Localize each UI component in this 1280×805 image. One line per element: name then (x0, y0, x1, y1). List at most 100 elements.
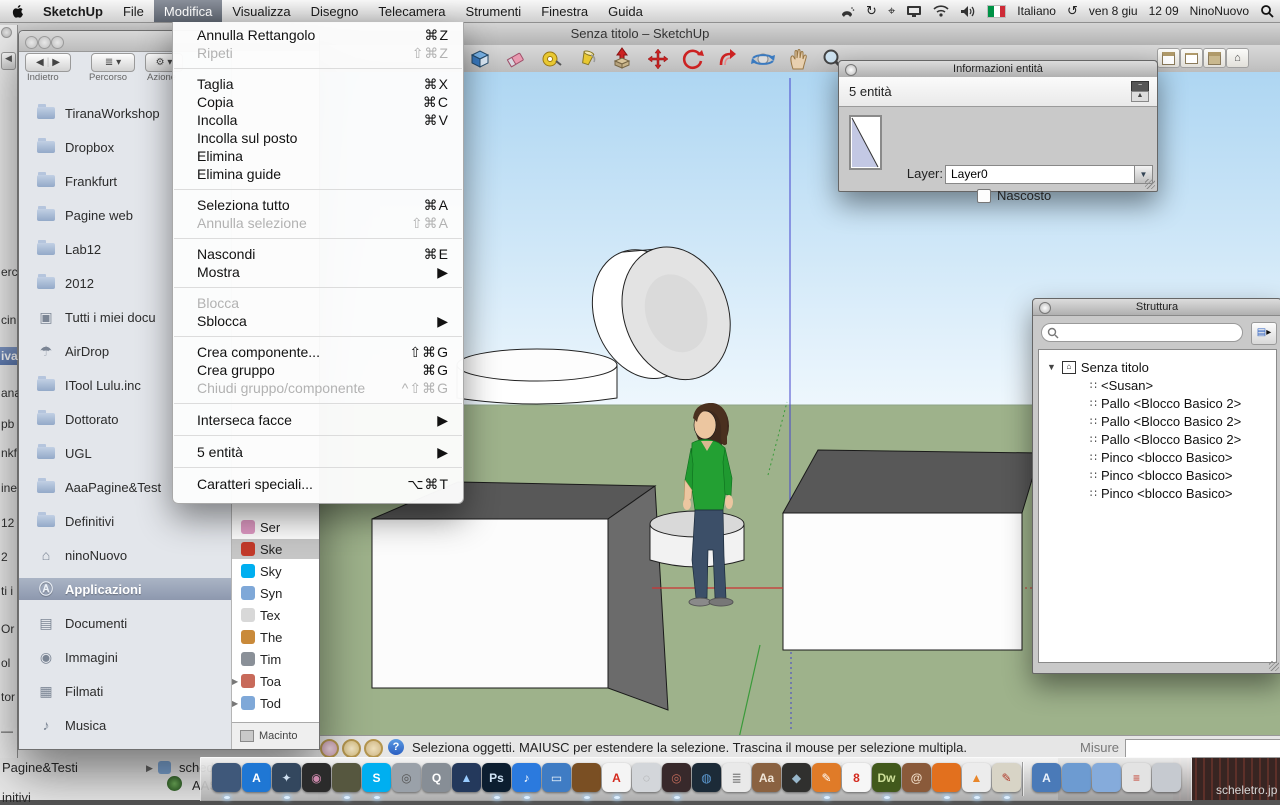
menu-item-interseca-facce[interactable]: Interseca facce▶ (178, 411, 458, 429)
back-forward-buttons[interactable]: ◀|▶ (25, 53, 71, 72)
display-icon[interactable] (906, 5, 922, 18)
menu-item-crea-componente[interactable]: Crea componente...⇧⌘G (178, 343, 458, 361)
expand-icon[interactable]: ▲ (1131, 91, 1149, 102)
file-row[interactable]: Syn (232, 583, 319, 603)
dock-icon-pages[interactable]: ✎ (812, 763, 841, 792)
box-component-left[interactable] (372, 482, 668, 710)
home-view-button[interactable]: ⌂ (1226, 48, 1249, 68)
dock-icon-earth[interactable]: ◍ (692, 763, 721, 792)
dock-icon-applications-folder[interactable]: A (1032, 763, 1061, 792)
dock-icon-loading[interactable]: ◌ (632, 763, 661, 792)
cylinder-component-left[interactable] (457, 349, 617, 404)
dock-icon-text-docs[interactable]: ≣ (722, 763, 751, 792)
details-button[interactable]: ▤▸ (1251, 322, 1277, 345)
wifi-icon[interactable] (933, 5, 949, 17)
sidebar-item-music[interactable]: ♪Musica (19, 714, 229, 736)
resize-grip[interactable] (1145, 179, 1155, 189)
dock-icon-finder[interactable] (212, 763, 241, 792)
dock-icon-ical[interactable]: 8 (842, 763, 871, 792)
file-row-selected[interactable]: Ske (232, 539, 319, 559)
menubar-user[interactable]: NinoNuovo (1190, 4, 1249, 18)
outliner-titlebar[interactable]: Struttura (1033, 299, 1280, 316)
tree-item-model[interactable]: ▼ ⌂ Senza titolo (1039, 358, 1274, 376)
dock-icon-firefox[interactable] (932, 763, 961, 792)
dock-icon-address-book[interactable]: @ (902, 763, 931, 792)
tree-item-component[interactable]: ∷Pallo <Blocco Basico 2> (1039, 430, 1280, 448)
menu-strumenti[interactable]: Strumenti (456, 0, 532, 22)
menu-item-incolla-sul-posto[interactable]: Incolla sul posto (178, 129, 458, 147)
flag-italy-icon[interactable] (987, 5, 1006, 18)
menu-visualizza[interactable]: Visualizza (222, 0, 300, 22)
dock-icon-camo-game[interactable] (332, 763, 361, 792)
rotate-icon[interactable] (681, 47, 705, 71)
tree-item-component[interactable]: ∷<Susan> (1039, 376, 1280, 394)
dock-icon-app-store[interactable]: A (242, 763, 271, 792)
apple-menu[interactable] (0, 0, 33, 22)
eraser-icon[interactable] (503, 47, 527, 71)
sidebar-item-movies[interactable]: ▦Filmati (19, 680, 229, 702)
file-row[interactable]: The (232, 627, 319, 647)
menu-item-5-entita[interactable]: 5 entità▶ (178, 443, 458, 461)
menubar-date[interactable]: ven 8 giu (1089, 4, 1138, 18)
menu-guida[interactable]: Guida (598, 0, 653, 22)
tree-item-component[interactable]: ∷Pallo <Blocco Basico 2> (1039, 394, 1280, 412)
push-pull-icon[interactable] (610, 47, 634, 71)
outliner-panel[interactable]: Struttura ▤▸ ▼ ⌂ Senza titolo ∷<Susan> ∷… (1032, 298, 1280, 674)
time-machine-icon[interactable]: ↺ (1067, 3, 1078, 19)
disclosure-triangle-icon[interactable]: ▼ (1047, 362, 1056, 372)
menu-item-mostra[interactable]: Mostra▶ (178, 263, 458, 281)
dock-icon-screen-sharing[interactable]: ▭ (542, 763, 571, 792)
pan-icon[interactable] (786, 47, 810, 71)
zoom-icon[interactable] (51, 36, 64, 49)
location-icon[interactable]: ⌖ (888, 3, 895, 19)
move-icon[interactable] (646, 47, 670, 71)
minimize-icon[interactable] (38, 36, 51, 49)
orbit-icon[interactable] (751, 47, 775, 71)
dock-icon-iphoto[interactable]: ◉ (302, 763, 331, 792)
dock-icon-downloads-folder[interactable] (1062, 763, 1091, 792)
input-language[interactable]: Italiano (1017, 4, 1056, 18)
top-view-button[interactable] (1203, 48, 1226, 68)
layer-dropdown[interactable]: Layer0 ▼ (945, 165, 1153, 184)
sidebar-item-pictures[interactable]: ◉Immagini (19, 646, 229, 668)
file-row[interactable]: ▶Toa (232, 671, 319, 691)
follow-me-icon[interactable] (716, 47, 740, 71)
outliner-search-input[interactable] (1041, 323, 1243, 342)
sidebar-item-documents[interactable]: ▤Documenti (19, 612, 229, 634)
dock-icon-garageband[interactable] (572, 763, 601, 792)
dock-icon-cd-player[interactable]: ◎ (392, 763, 421, 792)
dock-icon-rocket[interactable]: ▲ (452, 763, 481, 792)
dock-icon-trash[interactable] (1152, 763, 1181, 792)
tree-item-component[interactable]: ∷Pinco <blocco Basico> (1039, 466, 1280, 484)
menu-modifica[interactable]: Modifica (154, 0, 222, 22)
dock-icon-sketchup-app[interactable]: ✎ (992, 763, 1021, 792)
file-row[interactable]: ▶Tod (232, 693, 319, 713)
entity-info-titlebar[interactable]: Informazioni entità (839, 61, 1157, 78)
menu-disegno[interactable]: Disegno (301, 0, 369, 22)
dock-icon-quicktime[interactable]: Q (422, 763, 451, 792)
disclosure-triangle-icon[interactable]: ▶ (232, 699, 241, 708)
iso-view-button[interactable] (1157, 48, 1180, 68)
entity-info-panel[interactable]: Informazioni entità 5 entità − ▲ Layer: … (838, 60, 1158, 192)
dock-icon-photoshop[interactable]: Ps (482, 763, 511, 792)
front-view-button[interactable] (1180, 48, 1203, 68)
paint-bucket-icon[interactable] (575, 47, 599, 71)
menu-finestra[interactable]: Finestra (531, 0, 598, 22)
menu-item-elimina[interactable]: Elimina (178, 147, 458, 165)
menu-item-nascondi[interactable]: Nascondi⌘E (178, 245, 458, 263)
dock-icon-skype[interactable]: S (362, 763, 391, 792)
dock-icon-documents-folder[interactable] (1092, 763, 1121, 792)
menu-file[interactable]: File (113, 0, 154, 22)
box-component-right[interactable] (783, 450, 1040, 650)
tree-item-component[interactable]: ∷Pallo <Blocco Basico 2> (1039, 412, 1280, 430)
dock-icon-papers-stack[interactable]: ≡ (1122, 763, 1151, 792)
dock-icon-safari[interactable]: ✦ (272, 763, 301, 792)
view-mode-button[interactable]: ≣ ▾ (91, 53, 135, 72)
menu-item-seleziona-tutto[interactable]: Seleziona tutto⌘A (178, 196, 458, 214)
disclosure-triangle-icon[interactable]: ▶ (232, 677, 241, 686)
sync-icon[interactable]: ↻ (866, 3, 877, 19)
tape-measure-icon[interactable] (539, 47, 563, 71)
tree-item-component[interactable]: ∷Pinco <blocco Basico> (1039, 448, 1280, 466)
file-row[interactable]: Ser (232, 517, 319, 537)
close-icon[interactable] (1039, 302, 1051, 314)
